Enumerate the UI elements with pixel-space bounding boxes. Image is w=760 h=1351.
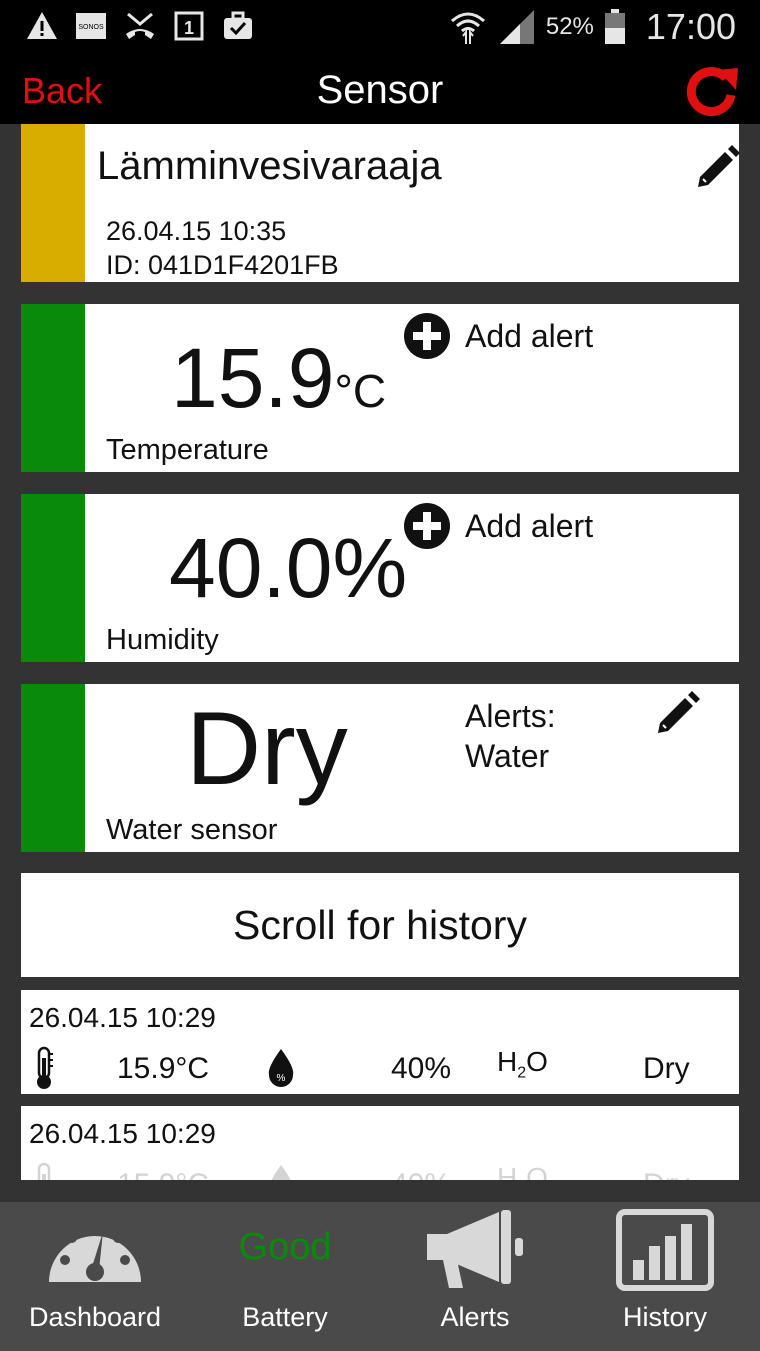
- pencil-icon[interactable]: [695, 144, 741, 190]
- add-alert-label: Add alert: [465, 507, 594, 544]
- water-status-strip: [21, 684, 85, 852]
- h2o-suffix: O: [526, 1162, 548, 1180]
- water-value: Dry: [186, 691, 348, 807]
- history-humidity: 40%: [391, 1168, 451, 1180]
- h2o-icon: H2O: [497, 1046, 548, 1083]
- thermometer-icon: [37, 1046, 53, 1089]
- nav-battery[interactable]: Good Battery: [190, 1202, 380, 1351]
- device-status-strip: [21, 124, 85, 282]
- notification-icons: SONOS 1: [26, 10, 254, 42]
- history-water: Dry: [643, 1168, 690, 1180]
- calendar-icon: 1: [174, 11, 204, 41]
- humidity-value: 40.0%: [169, 521, 408, 615]
- signal-icon: [499, 10, 534, 44]
- h2o-prefix: H: [497, 1162, 518, 1180]
- history-temperature: 15.9°C: [117, 1052, 210, 1085]
- app-header: Back Sensor: [0, 56, 760, 124]
- history-humidity: 40%: [391, 1052, 452, 1085]
- add-temperature-alert-button[interactable]: Add alert: [403, 312, 593, 360]
- temperature-label: Temperature: [106, 434, 269, 466]
- warning-icon: [27, 12, 57, 39]
- svg-text:SONOS: SONOS: [78, 24, 104, 31]
- alerts-title: Alerts:: [465, 698, 556, 734]
- megaphone-icon: [427, 1210, 523, 1288]
- add-humidity-alert-button[interactable]: Add alert: [403, 502, 593, 550]
- missed-call-icon: [126, 12, 154, 39]
- pencil-icon[interactable]: [655, 690, 701, 736]
- battery-icon: [604, 9, 625, 44]
- device-card: Lämminvesivaraaja 26.04.15 10:35 ID: 041…: [21, 124, 741, 282]
- device-last-seen: 26.04.15 10:35: [106, 216, 287, 246]
- status-bar: SONOS 1 52% 17:00: [0, 0, 760, 56]
- page-title: Sensor: [316, 68, 444, 112]
- humidity-drop-icon: [271, 1165, 291, 1180]
- battery-percent: 52%: [545, 13, 594, 40]
- temperature-unit: °C: [334, 365, 387, 417]
- water-sensor-card: Dry Alerts: Water Water sensor: [21, 684, 739, 852]
- history-time: 26.04.15 10:29: [29, 1118, 216, 1149]
- history-water: Dry: [643, 1052, 690, 1085]
- thermometer-icon: [37, 1162, 51, 1180]
- h2o-icon: H2O: [497, 1162, 548, 1180]
- temperature-number: 15.9: [171, 331, 335, 425]
- scroll-hint-text: Scroll for history: [233, 902, 527, 948]
- alerts-value: Water: [465, 738, 550, 774]
- history-time: 26.04.15 10:29: [29, 1002, 216, 1033]
- refresh-icon[interactable]: [684, 62, 740, 118]
- water-label: Water sensor: [106, 814, 278, 846]
- scroll-for-history[interactable]: Scroll for history: [21, 873, 739, 977]
- history-values: 15.9°C 40% H2O Dry: [21, 1162, 739, 1180]
- temperature-card: 15.9°C Temperature Add alert: [21, 304, 739, 472]
- history-row[interactable]: 26.04.15 10:29 15.9°C % 40% H2O Dry: [21, 990, 739, 1094]
- humidity-card: 40.0% Humidity Add alert: [21, 494, 739, 662]
- bottom-navigation: Dashboard Good Battery Alerts History: [0, 1202, 760, 1351]
- nav-dashboard[interactable]: Dashboard: [0, 1202, 190, 1351]
- humidity-label: Humidity: [106, 624, 219, 656]
- humidity-status-strip: [21, 494, 85, 662]
- gauge-icon: [49, 1221, 141, 1282]
- bar-chart-icon: [616, 1209, 714, 1291]
- history-values: 15.9°C % 40% H2O Dry: [21, 1046, 739, 1090]
- water-alerts: Alerts: Water: [465, 696, 556, 776]
- nav-alerts-label: Alerts: [440, 1302, 510, 1332]
- temperature-value: 15.9°C: [171, 330, 386, 427]
- plus-circle-icon: [404, 503, 450, 549]
- wifi-icon: [450, 12, 485, 44]
- device-id: ID: 041D1F4201FB: [106, 250, 339, 280]
- add-alert-label: Add alert: [465, 317, 594, 354]
- nav-battery-label: Battery: [242, 1302, 328, 1332]
- h2o-suffix: O: [526, 1046, 548, 1077]
- briefcase-icon: [224, 11, 252, 39]
- h2o-prefix: H: [497, 1046, 518, 1077]
- nav-dashboard-label: Dashboard: [28, 1302, 162, 1332]
- history-temperature: 15.9°C: [117, 1168, 209, 1180]
- h2o-sub: 2: [517, 1064, 527, 1082]
- plus-circle-icon: [404, 313, 450, 359]
- history-row[interactable]: 26.04.15 10:29 15.9°C 40% H2O Dry: [21, 1106, 739, 1180]
- device-name: Lämminvesivaraaja: [97, 144, 442, 188]
- humidity-drop-icon: %: [268, 1049, 294, 1087]
- nav-alerts[interactable]: Alerts: [380, 1202, 570, 1351]
- battery-status: Good: [238, 1226, 332, 1268]
- sonos-icon: SONOS: [76, 13, 106, 39]
- nav-history-label: History: [622, 1302, 707, 1332]
- temperature-status-strip: [21, 304, 85, 472]
- svg-text:%: %: [277, 1073, 286, 1084]
- status-indicators: 52% 17:00: [448, 6, 736, 48]
- svg-text:1: 1: [184, 18, 194, 38]
- nav-history[interactable]: History: [570, 1202, 760, 1351]
- clock: 17:00: [645, 6, 736, 47]
